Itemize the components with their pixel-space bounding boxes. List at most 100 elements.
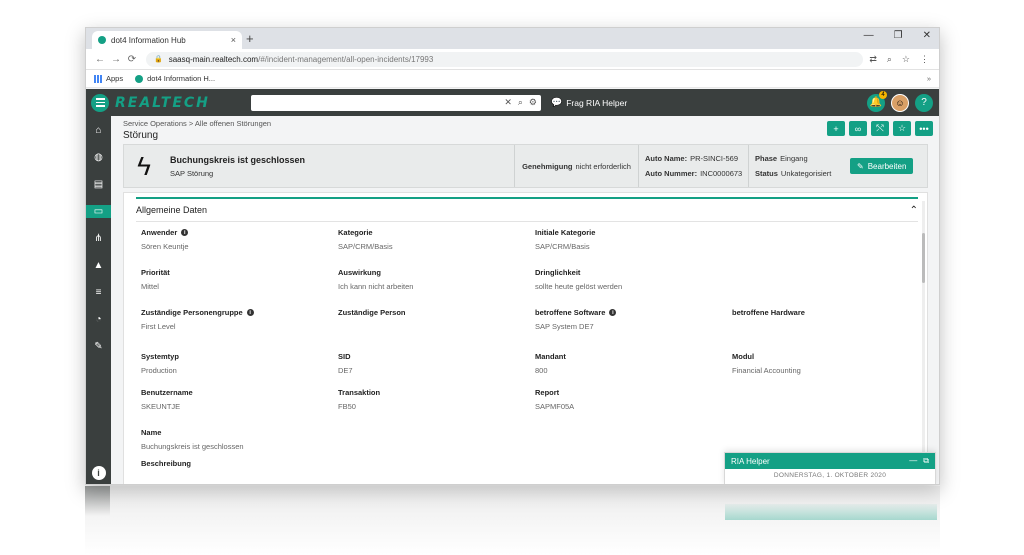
field-value: Buchungskreis ist geschlossen	[141, 442, 244, 451]
network-icon[interactable]: ⋔	[86, 232, 111, 245]
field-modul: Modul Financial Accounting	[732, 352, 922, 375]
approval-label: Genehmigung	[522, 161, 573, 171]
ria-helper-header[interactable]: RIA Helper — ⧉	[725, 453, 935, 469]
reload-icon[interactable]: ⟳	[124, 54, 140, 65]
zoom-icon[interactable]: ⌕	[887, 54, 892, 65]
ask-ria-helper-link[interactable]: 💬 Frag RIA Helper	[551, 97, 627, 108]
maximize-icon[interactable]: ❐	[894, 30, 903, 41]
minimize-icon[interactable]: —	[864, 30, 874, 41]
tab-close-icon[interactable]: ×	[231, 35, 236, 45]
bookmark-label: Apps	[106, 74, 124, 83]
database-icon[interactable]: ≡	[86, 286, 111, 299]
bookmark-apps[interactable]: Apps	[94, 74, 123, 83]
field-dringlichkeit: Dringlichkeit sollte heute gelöst werden	[535, 268, 725, 291]
search-settings-gear-icon[interactable]: ⚙	[529, 97, 537, 108]
info-icon[interactable]: i	[609, 309, 617, 316]
info-icon[interactable]: i	[181, 229, 189, 236]
ria-helper-panel: RIA Helper — ⧉ DONNERSTAG, 1. OKTOBER 20…	[724, 452, 936, 484]
ria-helper-title: RIA Helper	[731, 456, 770, 466]
chat-bubble-icon: 💬	[551, 97, 563, 107]
field-value[interactable]: Sören Keuntje	[141, 242, 331, 251]
status-value: Unkategorisiert	[780, 169, 832, 178]
panel-scrollbar-thumb[interactable]	[922, 233, 925, 283]
field-value: First Level	[141, 322, 176, 331]
new-tab-button[interactable]: +	[246, 31, 254, 47]
favorite-star-icon[interactable]: ☆	[893, 121, 911, 136]
translate-icon[interactable]: ⇄	[869, 54, 877, 65]
more-options-icon[interactable]: •••	[915, 121, 933, 136]
open-external-icon[interactable]: ⧉	[923, 456, 929, 466]
field-anwender: Anwender i Sören Keuntje	[141, 228, 331, 251]
field-name: Name Buchungskreis ist geschlossen	[141, 428, 441, 451]
back-arrow-icon[interactable]: ←	[92, 54, 108, 65]
general-data-panel: Allgemeine Daten ⌃ Anwender i Sören Keunt…	[123, 192, 928, 484]
phase-value: Eingang	[780, 154, 808, 163]
minimize-icon[interactable]: —	[909, 456, 917, 466]
field-label: Beschreibung	[141, 459, 192, 468]
bookmark-star-icon[interactable]: ☆	[902, 54, 910, 65]
edit-button[interactable]: ✎ Bearbeiten	[850, 158, 914, 174]
info-icon[interactable]: i	[246, 309, 254, 316]
education-icon[interactable]: ▲	[86, 259, 111, 272]
field-label: Modul	[732, 352, 755, 361]
field-value: SKEUNTJE	[141, 402, 181, 411]
book-icon[interactable]: ▤	[86, 178, 111, 191]
auto-name-value: PR-SINCI-569	[690, 154, 739, 163]
info-icon[interactable]: i	[91, 466, 106, 480]
relations-icon[interactable]: ⤲	[871, 121, 889, 136]
clear-search-icon[interactable]: ✕	[504, 97, 512, 108]
user-avatar[interactable]: ☺	[891, 93, 909, 112]
globe-icon[interactable]: ◍	[86, 151, 111, 164]
main-content: Service Operations > Alle offenen Störun…	[111, 116, 939, 484]
auto-name-label: Auto Name:	[645, 154, 688, 163]
breadcrumb[interactable]: Service Operations > Alle offenen Störun…	[123, 119, 271, 128]
help-icon[interactable]: ?	[915, 93, 933, 112]
field-row: Anwender i Sören Keuntje Kategorie SAP/CR…	[141, 228, 921, 268]
phase-label: Phase	[755, 154, 778, 163]
field-label: Kategorie	[338, 228, 373, 237]
field-transaktion: Transaktion FB50	[338, 388, 528, 411]
hamburger-menu-icon[interactable]	[91, 93, 109, 112]
global-search-input[interactable]: ✕ ⌕ ⚙	[251, 94, 541, 111]
browser-tab[interactable]: dot4 Information Hub ×	[92, 31, 242, 49]
incident-type: SAP Störung	[170, 168, 214, 178]
notification-bell-icon[interactable]: 🔔 4	[867, 90, 887, 112]
add-button[interactable]: +	[827, 121, 845, 136]
home-icon[interactable]: ⌂	[86, 124, 111, 137]
field-software: betroffene Software i SAP System DE7	[535, 308, 725, 331]
sidebar-reflection	[85, 486, 110, 516]
page-title: Störung	[123, 130, 159, 141]
field-value: DE7	[338, 366, 353, 375]
field-label: Systemtyp	[141, 352, 179, 361]
field-systemtyp: Systemtyp Production	[141, 352, 331, 375]
phase-status: Phase Eingang Status Unkategorisiert	[749, 145, 844, 187]
field-label: Initiale Kategorie	[535, 228, 596, 237]
field-label: Report	[535, 388, 560, 397]
forward-arrow-icon[interactable]: →	[108, 54, 124, 65]
search-icon[interactable]: ⌕	[518, 97, 523, 108]
bookmarks-more-icon[interactable]: »	[927, 74, 931, 83]
url-input[interactable]: 🔒 saasq-main.realtech.com /#/incident-ma…	[146, 51, 864, 67]
field-label: Priorität	[141, 268, 170, 277]
lock-icon: 🔒	[154, 56, 163, 63]
panel-header[interactable]: Allgemeine Daten ⌃	[136, 197, 918, 222]
url-host: saasq-main.realtech.com	[168, 54, 259, 64]
wrench-icon[interactable]: ✎	[86, 340, 111, 353]
status-label: Status	[755, 169, 778, 178]
browser-menu-icon[interactable]: ⋮	[920, 54, 929, 65]
dot4-favicon-icon	[135, 74, 144, 83]
address-bar: ← → ⟳ 🔒 saasq-main.realtech.com /#/incid…	[86, 49, 939, 70]
field-beschreibung: Beschreibung	[141, 459, 331, 473]
address-actions: ⇄ ⌕ ☆ ⋮	[869, 54, 929, 65]
field-personengruppe: Zuständige Personengruppe i First Level	[141, 308, 331, 331]
pie-chart-icon[interactable]: ◔	[86, 313, 111, 326]
bookmark-dot4[interactable]: dot4 Information H...	[135, 74, 215, 83]
field-report: Report SAPMF05A	[535, 388, 725, 411]
field-row: Priorität Mittel Auswirkung Ich kann nic…	[141, 268, 921, 308]
field-row: Systemtyp Production SID DE7 Mandant 800	[141, 352, 921, 388]
approval-value: nicht erforderlich	[575, 161, 631, 171]
chevron-up-icon[interactable]: ⌃	[910, 205, 918, 216]
close-window-icon[interactable]: ✕	[923, 30, 931, 41]
link-icon[interactable]: ∞	[849, 121, 867, 136]
service-operations-icon[interactable]: ▭	[86, 205, 111, 218]
